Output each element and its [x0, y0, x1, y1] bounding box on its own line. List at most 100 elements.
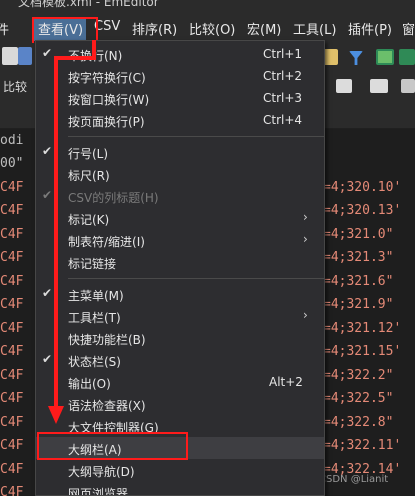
menu-bar: 件 查看(V) CSV 排序(R) 比较(O) 宏(M) 工具(L) 插件(P)… — [0, 8, 415, 48]
menu-item-function-bar[interactable]: 快捷功能栏(B) — [36, 327, 324, 349]
menu-item-shortcut: Ctrl+4 — [263, 113, 303, 127]
menu-separator — [68, 278, 324, 279]
filter-icon[interactable] — [349, 51, 363, 65]
menu-separator — [68, 136, 324, 137]
code-line: C4F — [0, 368, 24, 383]
menu-item-web-browser[interactable]: 网页浏览器 — [36, 481, 324, 496]
menu-item-line-numbers[interactable]: ✔ 行号(L) — [36, 141, 324, 163]
menu-item-label: CSV的列标题(H) — [68, 191, 159, 205]
menu-item-ruler[interactable]: 标尺(R) — [36, 163, 324, 185]
menu-item-label: 状态栏(S) — [68, 355, 121, 369]
menu-item-label: 标记链接 — [68, 257, 117, 271]
columns-icon[interactable] — [370, 79, 388, 93]
code-line-right: =4;322.8" — [323, 415, 394, 430]
menu-item-wrap-by-window[interactable]: 按窗口换行(W) Ctrl+3 — [36, 87, 324, 109]
code-line: C4F — [0, 485, 24, 496]
compare-label: 比较 — [3, 80, 28, 94]
menu-item-shortcut: Ctrl+2 — [263, 69, 303, 83]
view-dropdown-menu: ✔ 不换行(N) Ctrl+1 按字符换行(C) Ctrl+2 按窗口换行(W)… — [35, 40, 325, 496]
open-file-icon[interactable] — [18, 47, 32, 65]
code-line: C4F — [0, 438, 24, 453]
menu-item-syntax-checker[interactable]: 语法检查器(X) — [36, 393, 324, 415]
submenu-arrow-icon: › — [303, 210, 308, 224]
check-icon: ✔ — [42, 352, 53, 366]
menu-item-label: 网页浏览器 — [68, 487, 129, 496]
menu-item-toolbars[interactable]: 工具栏(T) › — [36, 305, 324, 327]
code-line: C4F — [0, 462, 24, 477]
code-line-right: =4;321.3" — [323, 250, 394, 265]
menu-item-main-menu[interactable]: ✔ 主菜单(M) — [36, 283, 324, 305]
code-line-right: =4;321.12' — [323, 321, 402, 336]
code-line: C4F — [0, 274, 24, 289]
code-line-right: =4;322.11' — [323, 438, 402, 453]
menu-item-label: 标记(K) — [68, 213, 110, 227]
menu-sort[interactable]: 排序(R) — [132, 19, 177, 38]
document-icon[interactable] — [336, 79, 352, 93]
menu-plugins[interactable]: 插件(P) — [348, 19, 392, 38]
menu-item-label: 输出(O) — [68, 377, 111, 391]
menu-item-output[interactable]: 输出(O) Alt+2 — [36, 371, 324, 393]
menu-item-wrap-by-page[interactable]: 按页面换行(P) Ctrl+4 — [36, 109, 324, 131]
menu-compare[interactable]: 比较(O) — [189, 19, 235, 38]
code-line: C4F — [0, 180, 24, 195]
submenu-arrow-icon: › — [303, 308, 308, 322]
code-line: odi — [0, 133, 24, 148]
code-line-right: =4;321.6" — [323, 274, 394, 289]
watermark: CSDN @Lianit — [319, 474, 389, 485]
menu-item-label: 不换行(N) — [68, 49, 123, 63]
menu-window[interactable]: 窗 — [402, 19, 415, 38]
menu-item-shortcut: Ctrl+1 — [263, 47, 303, 61]
code-line-right: =4;322.5" — [323, 391, 394, 406]
menu-tools[interactable]: 工具(L) — [293, 19, 336, 38]
new-file-icon[interactable] — [2, 47, 18, 65]
menu-item-csv-column-headers: ✔ CSV的列标题(H) — [36, 185, 324, 207]
menu-item-label: 快捷功能栏(B) — [68, 333, 146, 347]
code-line-right: =4;321.9" — [323, 297, 394, 312]
code-line: C4F — [0, 344, 24, 359]
menu-item-marks[interactable]: 标记(K) › — [36, 207, 324, 229]
code-line: C4F — [0, 297, 24, 312]
check-icon: ✔ — [42, 144, 53, 158]
check-icon: ✔ — [42, 286, 53, 300]
menu-item-mark-links[interactable]: 标记链接 — [36, 251, 324, 273]
window-title: 文档模板.xml - EmEditor — [18, 0, 159, 8]
menu-item-no-wrap[interactable]: ✔ 不换行(N) Ctrl+1 — [36, 43, 324, 65]
code-line-right: =4;321.15' — [323, 344, 402, 359]
code-line: C4F — [0, 415, 24, 430]
menu-item-status-bar[interactable]: ✔ 状态栏(S) — [36, 349, 324, 371]
menu-macro[interactable]: 宏(M) — [247, 19, 281, 38]
code-line-right: =4;320.10' — [323, 180, 402, 195]
code-line: C4F — [0, 227, 24, 242]
code-line-right: =4;321.0" — [323, 227, 394, 242]
panel-icon[interactable] — [399, 49, 415, 65]
menu-item-label: 语法检查器(X) — [68, 399, 146, 413]
menu-item-label: 主菜单(M) — [68, 289, 124, 303]
menu-item-label: 标尺(R) — [68, 169, 110, 183]
menu-item-label: 工具栏(T) — [68, 311, 121, 325]
menu-file[interactable]: 件 — [0, 19, 9, 38]
check-icon: ✔ — [42, 46, 53, 60]
menu-item-shortcut: Ctrl+3 — [263, 91, 303, 105]
code-line-right: =4;322.2" — [323, 368, 394, 383]
menu-item-label: 大纲导航(D) — [68, 465, 135, 479]
menu-item-label: 按窗口换行(W) — [68, 93, 150, 107]
more-icon[interactable] — [401, 79, 415, 93]
check-icon: ✔ — [42, 188, 53, 202]
outline-bar-annotation-box — [37, 432, 188, 460]
menu-item-shortcut: Alt+2 — [269, 375, 303, 389]
code-line: C4F — [0, 391, 24, 406]
menu-item-label: 制表符/缩进(I) — [68, 235, 145, 249]
menu-item-outline-navigation[interactable]: 大纲导航(D) — [36, 459, 324, 481]
title-bar: 文档模板.xml - EmEditor — [0, 0, 415, 8]
code-line: 00" — [0, 156, 24, 171]
code-line: C4F — [0, 250, 24, 265]
menu-item-tab-indent[interactable]: 制表符/缩进(I) › — [36, 229, 324, 251]
outline-icon[interactable] — [376, 49, 394, 65]
submenu-arrow-icon: › — [303, 232, 308, 246]
code-line-right: =4;320.13' — [323, 203, 402, 218]
code-line: C4F — [0, 203, 24, 218]
menu-item-label: 按字符换行(C) — [68, 71, 146, 85]
code-line: C4F — [0, 321, 24, 336]
menu-item-wrap-by-chars[interactable]: 按字符换行(C) Ctrl+2 — [36, 65, 324, 87]
menu-item-label: 按页面换行(P) — [68, 115, 145, 129]
